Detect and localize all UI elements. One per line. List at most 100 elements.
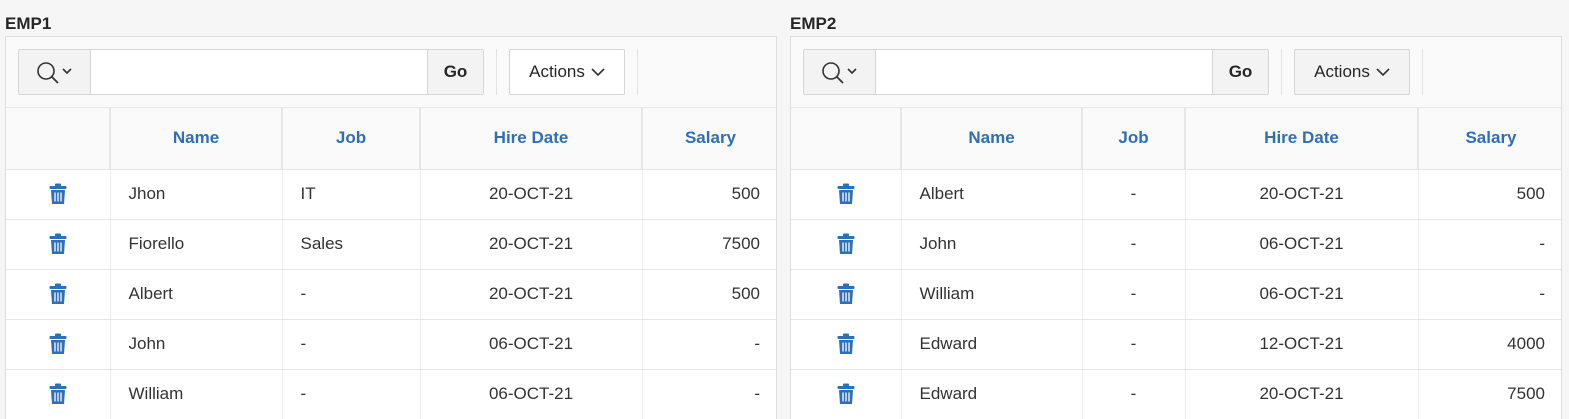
cell-job: - [1082, 369, 1186, 419]
report-table: Name Job Hire Date Salary Albert - 20-OC… [791, 108, 1561, 419]
report-toolbar: Go Actions [6, 37, 776, 108]
table-row: Fiorello Sales 20-OCT-21 7500 [6, 219, 776, 270]
cell-hire-date: 06-OCT-21 [420, 369, 643, 419]
delete-cell [791, 319, 902, 370]
trash-icon[interactable] [49, 383, 67, 405]
table-header-row: Name Job Hire Date Salary [791, 108, 1561, 170]
cell-hire-date: 20-OCT-21 [1185, 169, 1419, 220]
cell-name: William [110, 369, 283, 419]
trash-icon[interactable] [49, 333, 67, 355]
cell-job: IT [282, 169, 421, 220]
interactive-report: Go Actions Name Job Hire Date Salary [790, 36, 1562, 419]
chevron-down-icon [591, 68, 605, 77]
trash-icon[interactable] [49, 183, 67, 205]
cell-name: Edward [901, 369, 1083, 419]
trash-icon[interactable] [49, 283, 67, 305]
table-row: Albert - 20-OCT-21 500 [6, 269, 776, 320]
table-row: William - 06-OCT-21 - [6, 369, 776, 419]
delete-cell [791, 269, 902, 320]
region-title: EMP1 [5, 14, 52, 33]
search-group: Go [18, 49, 484, 95]
region-title: EMP2 [790, 14, 837, 33]
delete-cell [6, 269, 111, 320]
toolbar-separator [1281, 49, 1282, 95]
interactive-report: Go Actions Name Job Hire Date Salary [5, 36, 777, 419]
search-group: Go [803, 49, 1269, 95]
toolbar-separator [1422, 49, 1423, 95]
cell-job: - [1082, 269, 1186, 320]
column-header-actions [6, 108, 111, 170]
search-icon [36, 62, 72, 84]
toolbar-separator [496, 49, 497, 95]
cell-salary: 500 [1418, 169, 1561, 220]
search-icon [821, 62, 857, 84]
cell-salary: - [642, 319, 776, 370]
trash-icon[interactable] [837, 183, 855, 205]
report-toolbar: Go Actions [791, 37, 1561, 108]
cell-hire-date: 20-OCT-21 [1185, 369, 1419, 419]
cell-salary: - [642, 369, 776, 419]
search-input[interactable] [876, 50, 1212, 94]
trash-icon[interactable] [837, 283, 855, 305]
cell-salary: 4000 [1418, 319, 1561, 370]
cell-hire-date: 06-OCT-21 [420, 319, 643, 370]
cell-job: Sales [282, 219, 421, 270]
column-header-salary[interactable]: Salary [1418, 108, 1561, 170]
trash-icon[interactable] [837, 333, 855, 355]
cell-job: - [1082, 169, 1186, 220]
cell-job: - [282, 269, 421, 320]
cell-hire-date: 20-OCT-21 [420, 219, 643, 270]
cell-hire-date: 20-OCT-21 [420, 269, 643, 320]
cell-hire-date: 06-OCT-21 [1185, 269, 1419, 320]
chevron-down-icon [1376, 68, 1390, 77]
delete-cell [6, 169, 111, 220]
delete-cell [791, 219, 902, 270]
go-button[interactable]: Go [427, 50, 483, 94]
cell-name: John [110, 319, 283, 370]
region-emp1: EMP1 Go Actions Name Job Hire Date Salar… [5, 12, 777, 419]
column-header-hire-date[interactable]: Hire Date [420, 108, 643, 170]
cell-job: - [1082, 219, 1186, 270]
cell-salary: 500 [642, 169, 776, 220]
column-header-name[interactable]: Name [110, 108, 283, 170]
column-header-actions [791, 108, 902, 170]
table-row: Edward - 12-OCT-21 4000 [791, 319, 1561, 370]
toolbar-separator [637, 49, 638, 95]
actions-menu-button[interactable]: Actions [1294, 49, 1410, 95]
search-column-select[interactable] [19, 50, 91, 94]
trash-icon[interactable] [49, 233, 67, 255]
column-header-hire-date[interactable]: Hire Date [1185, 108, 1419, 170]
cell-name: Jhon [110, 169, 283, 220]
table-row: John - 06-OCT-21 - [6, 319, 776, 370]
search-column-select[interactable] [804, 50, 876, 94]
cell-name: Edward [901, 319, 1083, 370]
cell-salary: - [1418, 269, 1561, 320]
delete-cell [791, 369, 902, 419]
table-row: John - 06-OCT-21 - [791, 219, 1561, 270]
actions-label: Actions [529, 62, 585, 81]
cell-salary: 500 [642, 269, 776, 320]
column-header-job[interactable]: Job [282, 108, 421, 170]
cell-hire-date: 12-OCT-21 [1185, 319, 1419, 370]
cell-name: John [901, 219, 1083, 270]
go-button[interactable]: Go [1212, 50, 1268, 94]
table-row: Edward - 20-OCT-21 7500 [791, 369, 1561, 419]
cell-salary: 7500 [1418, 369, 1561, 419]
table-row: Albert - 20-OCT-21 500 [791, 169, 1561, 220]
search-input[interactable] [91, 50, 427, 94]
column-header-salary[interactable]: Salary [642, 108, 776, 170]
column-header-job[interactable]: Job [1082, 108, 1186, 170]
column-header-name[interactable]: Name [901, 108, 1083, 170]
delete-cell [791, 169, 902, 220]
cell-hire-date: 06-OCT-21 [1185, 219, 1419, 270]
table-row: William - 06-OCT-21 - [791, 269, 1561, 320]
trash-icon[interactable] [837, 233, 855, 255]
cell-name: Fiorello [110, 219, 283, 270]
cell-salary: - [1418, 219, 1561, 270]
delete-cell [6, 319, 111, 370]
table-header-row: Name Job Hire Date Salary [6, 108, 776, 170]
actions-menu-button[interactable]: Actions [509, 49, 625, 95]
trash-icon[interactable] [837, 383, 855, 405]
cell-name: Albert [901, 169, 1083, 220]
report-table: Name Job Hire Date Salary Jhon IT 20-OCT… [6, 108, 776, 419]
